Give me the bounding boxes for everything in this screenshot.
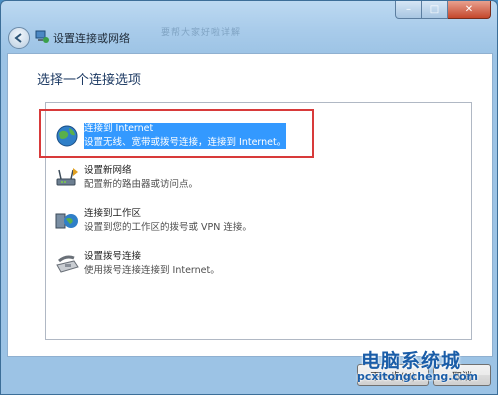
option-description: 使用拨号连接连接到 Internet。 [84, 265, 220, 276]
page-title: 选择一个连接选项 [37, 73, 142, 88]
back-arrow-icon [14, 33, 22, 43]
minimize-icon: – [406, 4, 411, 15]
option-title: 设置新网络 [84, 165, 132, 176]
network-icon [35, 30, 49, 43]
workplace-icon [55, 213, 78, 229]
option-connect-workplace[interactable]: 连接到工作区 设置到您的工作区的拨号或 VPN 连接。 [54, 208, 252, 234]
close-icon: ✕ [464, 4, 474, 15]
window-title: 设置连接或网络 [53, 32, 130, 45]
maximize-button[interactable]: □ [422, 1, 448, 19]
maximize-icon: □ [429, 4, 440, 15]
close-button[interactable]: ✕ [448, 1, 491, 19]
option-description: 配置新的路由器或访问点。 [84, 179, 199, 190]
watermark-title: 电脑系统城 [361, 350, 462, 372]
router-icon [56, 168, 78, 186]
content-panel: 选择一个连接选项 连接到 Internet 设置无线、宽带或拨号连接，连接到 I… [7, 53, 493, 357]
dialup-icon [56, 255, 79, 273]
back-button[interactable] [8, 27, 30, 49]
option-title: 设置拨号连接 [84, 251, 142, 262]
window-controls: – □ ✕ [395, 1, 491, 19]
option-description: 设置到您的工作区的拨号或 VPN 连接。 [84, 222, 252, 233]
dialog-window: 要帮大家好啦详解 – □ ✕ 设置连接或网络 选择一个连接选项 连接到 Inte… [0, 0, 498, 395]
option-title: 连接到工作区 [84, 208, 142, 219]
selection-highlight-frame [39, 109, 314, 158]
title-bar: 要帮大家好啦详解 – □ ✕ 设置连接或网络 [1, 1, 497, 53]
option-new-network[interactable]: 设置新网络 配置新的路由器或访问点。 [54, 165, 198, 191]
background-text: 要帮大家好啦详解 [161, 28, 242, 38]
minimize-button[interactable]: – [395, 1, 422, 19]
watermark-url: pcxitongcheng.com [357, 370, 479, 383]
option-dialup[interactable]: 设置拨号连接 使用拨号连接连接到 Internet。 [54, 251, 220, 277]
